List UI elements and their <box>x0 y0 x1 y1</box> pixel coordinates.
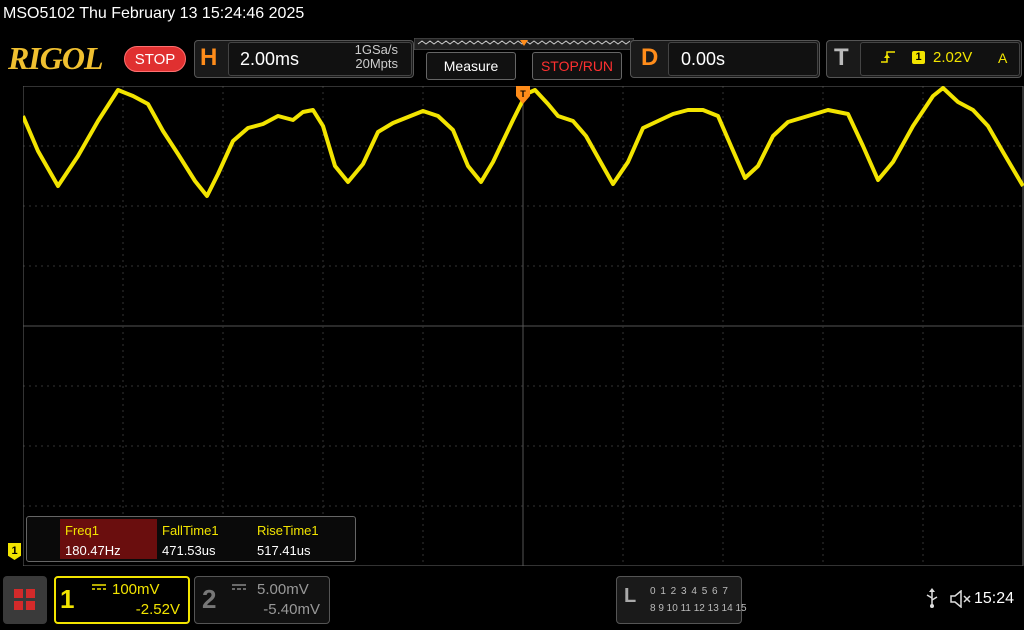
channel2-number: 2 <box>202 584 217 614</box>
measurement-value: 471.53us <box>162 543 216 558</box>
window-title: MSO5102 Thu February 13 15:24:46 2025 <box>3 5 305 22</box>
memory-depth: 20Mpts <box>355 56 398 71</box>
measurement-name: FallTime1 <box>162 523 219 538</box>
logic-channels-row1: 0 1 2 3 4 5 6 7 <box>650 586 729 597</box>
graticule <box>23 86 1024 566</box>
waveform-display[interactable] <box>23 86 1024 566</box>
dc-coupling-icon <box>92 584 106 590</box>
logic-analyzer-letter: L <box>624 585 637 607</box>
timebase-value: 2.00ms <box>240 49 300 69</box>
channel2-offset: -5.40mV <box>263 601 320 618</box>
channel2-scale: 5.00mV <box>257 581 309 598</box>
trigger-letter: T <box>834 44 849 71</box>
logic-channels-row2: 8 9 10 11 12 13 14 15 <box>650 603 747 614</box>
delay-letter: D <box>641 44 659 71</box>
sample-rate: 1GSa/s <box>354 42 398 57</box>
measure-button-label: Measure <box>443 58 499 74</box>
measurement-item[interactable]: FallTime1 471.53us <box>157 519 254 559</box>
measurement-value: 517.41us <box>257 543 311 558</box>
usb-icon <box>926 588 938 608</box>
delay-value: 0.00s <box>681 49 726 69</box>
trigger-point-marker[interactable]: T <box>516 86 530 104</box>
trigger-position-bar <box>414 38 634 50</box>
measurement-item[interactable]: Freq1 180.47Hz <box>60 519 157 559</box>
rising-edge-icon <box>881 51 895 63</box>
measurement-name: RiseTime1 <box>257 523 319 538</box>
menu-grid-icon <box>14 589 35 610</box>
measure-button[interactable]: Measure <box>426 52 516 80</box>
stop-run-button[interactable]: STOP/RUN <box>532 52 622 80</box>
measurement-item[interactable]: RiseTime1 517.41us <box>252 519 349 559</box>
run-status-badge[interactable]: STOP <box>124 46 186 72</box>
status-clock: 15:24 <box>974 590 1015 607</box>
channel1-offset: -2.52V <box>135 601 180 618</box>
channel1-number: 1 <box>60 584 75 614</box>
stop-run-button-label: STOP/RUN <box>540 58 614 74</box>
measurement-name: Freq1 <box>65 523 99 538</box>
horizontal-letter: H <box>200 44 218 71</box>
sample-rate-info: 1GSa/s 20Mpts <box>330 43 398 71</box>
measurement-value: 180.47Hz <box>65 543 121 558</box>
svg-text:T: T <box>520 89 526 99</box>
title-bar: MSO5102 Thu February 13 15:24:46 2025 <box>0 0 1024 30</box>
channel1-scale: 100mV <box>112 581 160 598</box>
rigol-logo: RIGOL <box>8 40 104 76</box>
dc-coupling-icon <box>232 584 246 590</box>
trigger-mode: A <box>998 50 1008 66</box>
speaker-muted-icon[interactable] <box>950 590 972 608</box>
trigger-level: 2.02V <box>933 49 973 66</box>
trigger-source-badge: 1 <box>912 51 925 64</box>
channel1-offset-marker[interactable]: 1 <box>8 543 21 560</box>
